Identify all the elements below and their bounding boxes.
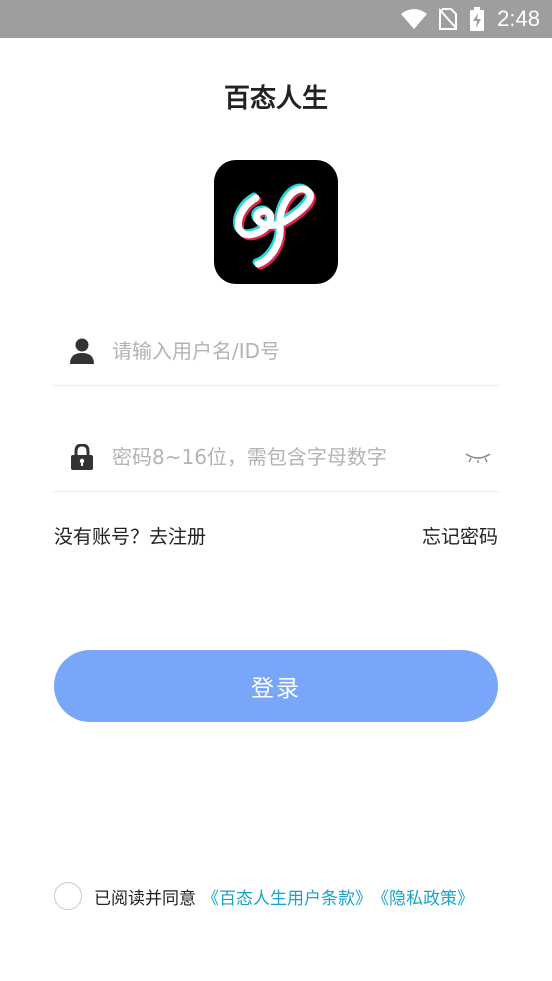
agreement-text: 已阅读并同意	[94, 888, 196, 909]
privacy-link[interactable]: 《隐私政策》	[372, 884, 474, 909]
status-bar: 2:48	[0, 0, 552, 38]
register-link[interactable]: 没有账号？去注册	[54, 522, 206, 549]
username-input[interactable]	[112, 338, 500, 363]
battery-charging-icon	[469, 7, 485, 31]
password-field	[52, 422, 500, 492]
password-input[interactable]	[112, 444, 456, 469]
username-field	[52, 316, 500, 386]
agree-checkbox[interactable]	[54, 882, 82, 910]
lock-icon	[52, 443, 112, 470]
eye-closed-icon[interactable]	[456, 451, 500, 463]
user-icon	[52, 338, 112, 364]
forgot-password-link[interactable]: 忘记密码	[422, 522, 498, 549]
status-time: 2:48	[497, 6, 540, 31]
wifi-icon	[401, 9, 428, 29]
page-title: 百态人生	[223, 84, 328, 114]
no-sim-icon	[439, 8, 458, 30]
login-button[interactable]: 登录	[54, 650, 498, 722]
terms-link[interactable]: 《百态人生用户条款》	[202, 884, 372, 909]
auth-links: 没有账号？去注册 忘记密码	[54, 522, 498, 549]
app-logo	[214, 160, 338, 284]
agreement-row: 已阅读并同意 《百态人生用户条款》 《隐私政策》	[54, 882, 474, 910]
